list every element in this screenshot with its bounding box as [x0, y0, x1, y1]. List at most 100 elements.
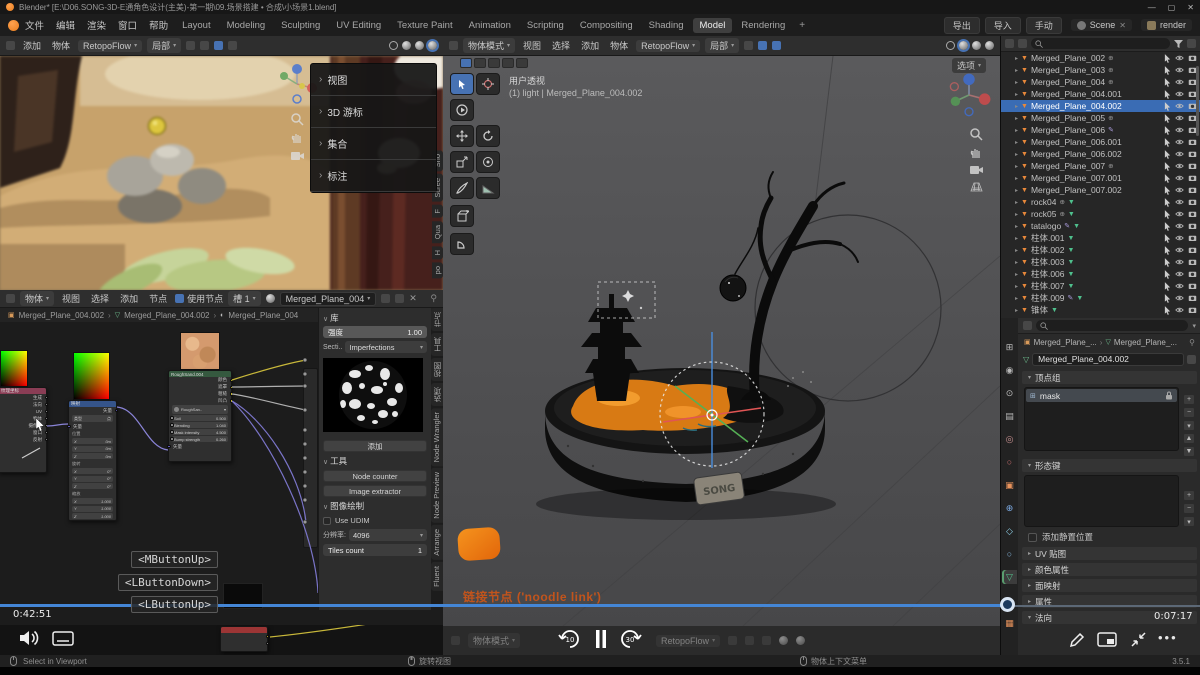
transform-orientation-dropdown[interactable]: 局部 — [147, 38, 181, 53]
visibility-eye-icon[interactable] — [1175, 270, 1184, 278]
circle-select-icon[interactable] — [488, 58, 500, 68]
panel-title[interactable]: 库 — [323, 312, 427, 324]
selectable-icon[interactable] — [1164, 66, 1171, 75]
expand-icon[interactable]: ▸ — [1015, 151, 1018, 158]
render-camera-icon[interactable] — [1188, 54, 1197, 62]
expand-icon[interactable]: ▸ — [1015, 187, 1018, 194]
context-menu-item[interactable]: 3D 游标 — [311, 96, 436, 128]
selectable-icon[interactable] — [1164, 294, 1171, 303]
collapsed-section[interactable]: 颜色属性 — [1022, 563, 1197, 576]
proportional-edit-icon[interactable] — [200, 41, 209, 50]
blender-icon[interactable] — [8, 20, 19, 31]
mode-dropdown[interactable]: 物体模式 — [463, 38, 515, 53]
texture-coordinate-node[interactable]: 纹理坐标 生成法向UV物体摄像机窗口反射 — [0, 387, 47, 473]
render-camera-icon[interactable] — [1188, 222, 1197, 230]
node-menu-item[interactable]: 视图 — [59, 292, 83, 305]
selectable-icon[interactable] — [1164, 162, 1171, 171]
roughsand-group-node[interactable]: RoughSand.004 颜色遮罩粗糙凹凸 RoughSan..▾ Soil0… — [168, 370, 232, 462]
add-workspace-button[interactable]: + — [793, 20, 811, 31]
workspace-tab[interactable]: Texture Paint — [390, 18, 459, 33]
tools-section[interactable]: 工具 — [323, 455, 427, 467]
selectable-icon[interactable] — [1164, 198, 1171, 207]
render-camera-icon[interactable] — [1188, 138, 1197, 146]
visibility-eye-icon[interactable] — [1175, 114, 1184, 122]
workspace-tab[interactable]: Scripting — [520, 18, 571, 33]
workspace-tab[interactable]: Rendering — [734, 18, 792, 33]
perspective-toggle-icon[interactable] — [969, 181, 984, 193]
expand-icon[interactable]: ▸ — [1015, 103, 1018, 110]
outliner-scrollbar[interactable] — [1196, 66, 1199, 136]
expand-icon[interactable]: ▸ — [1015, 307, 1018, 314]
add-item-button[interactable]: + — [1183, 394, 1195, 405]
scene-collection-icon[interactable] — [1018, 39, 1027, 48]
visibility-eye-icon[interactable] — [1175, 246, 1184, 254]
mapping-node[interactable]: 映射 矢量 类型点 矢量 位置 X0m Y0m Z0m 旋 — [68, 400, 117, 521]
selectable-icon[interactable] — [1164, 282, 1171, 291]
extra-tool[interactable] — [450, 233, 474, 255]
menubar-item[interactable]: 帮助 — [143, 18, 174, 32]
use-nodes-checkbox[interactable]: 使用节点 — [175, 292, 223, 305]
proportional-edit-icon[interactable] — [758, 41, 767, 50]
vertex-groups-section[interactable]: 顶点组 — [1022, 371, 1197, 384]
selectable-icon[interactable] — [1164, 90, 1171, 99]
selectable-icon[interactable] — [1164, 234, 1171, 243]
expand-icon[interactable]: ▸ — [1015, 283, 1018, 290]
visibility-eye-icon[interactable] — [1175, 186, 1184, 194]
outliner-row[interactable]: ▸ ▼ rock05 ⊕ ✎ ▼ — [1001, 208, 1200, 220]
shape-keys-section[interactable]: 形态键 — [1022, 459, 1197, 472]
render-camera-icon[interactable] — [1188, 162, 1197, 170]
add-button[interactable]: 添加 — [323, 440, 427, 452]
video-scrubber-handle[interactable] — [1000, 597, 1015, 612]
render-camera-icon[interactable] — [1188, 150, 1197, 158]
header-menu-item[interactable]: 添加 — [20, 39, 44, 52]
node-menu-item[interactable]: 添加 — [117, 292, 141, 305]
shader-node-editor[interactable]: 物体 视图选择添加节点 使用节点 槽 1 Merged_Plane_004 ✕ … — [0, 290, 443, 625]
visibility-eye-icon[interactable] — [1175, 174, 1184, 182]
render-camera-icon[interactable] — [1188, 306, 1197, 314]
render-camera-icon[interactable] — [1188, 258, 1197, 266]
specials-menu-button[interactable]: ▾ — [1183, 516, 1195, 527]
pan-hand-icon[interactable] — [969, 145, 984, 160]
zoom-icon[interactable] — [290, 112, 305, 127]
expand-icon[interactable]: ▸ — [1015, 271, 1018, 278]
selectable-icon[interactable] — [1164, 126, 1171, 135]
editor-type-icon[interactable] — [6, 294, 15, 303]
selectable-icon[interactable] — [1164, 246, 1171, 255]
properties-tab-icon[interactable]: ⊕ — [1002, 501, 1017, 515]
outliner-row[interactable]: ▸ ▼ Merged_Plane_007.002 ⊕ ✎ ▼ — [1001, 184, 1200, 196]
pip-icon[interactable] — [1097, 632, 1117, 647]
main-3d-viewport[interactable]: SONG — [443, 56, 1000, 626]
unlink-icon[interactable]: ✕ — [1119, 21, 1126, 30]
render-camera-icon[interactable] — [1188, 282, 1197, 290]
outliner-row[interactable]: ▸ ▼ Merged_Plane_006.001 ⊕ ✎ ▼ — [1001, 136, 1200, 148]
expand-icon[interactable]: ▸ — [1015, 115, 1018, 122]
viewport-menu-item[interactable]: 选择 — [549, 39, 573, 52]
retopoflow-menu[interactable]: RetopoFlow — [636, 40, 700, 52]
tweak-select-icon[interactable] — [460, 58, 472, 68]
sidebar-tab[interactable]: Qua — [432, 221, 443, 243]
shader-type-dropdown[interactable]: 物体 — [20, 291, 54, 306]
visibility-eye-icon[interactable] — [1175, 210, 1184, 218]
maximize-button[interactable]: ▢ — [1168, 3, 1176, 12]
viewport-menu-item[interactable]: 物体 — [607, 39, 631, 52]
add-cube-tool[interactable] — [450, 205, 474, 227]
properties-tab-icon[interactable]: ▣ — [1002, 478, 1017, 492]
workspace-tab[interactable]: Model — [693, 18, 733, 33]
retopoflow-menu[interactable]: RetopoFlow — [78, 40, 142, 52]
visibility-eye-icon[interactable] — [1175, 234, 1184, 242]
menubar-item[interactable]: 渲染 — [81, 18, 112, 32]
render-camera-icon[interactable] — [1188, 234, 1197, 242]
close-button[interactable]: ✕ — [1187, 3, 1194, 12]
selectable-icon[interactable] — [1164, 138, 1171, 147]
outliner-row[interactable]: ▸ ▼ 柱体.006 ⊕ ✎ ▼ — [1001, 268, 1200, 280]
outliner-row[interactable]: ▸ ▼ 柱体.002 ⊕ ✎ ▼ — [1001, 244, 1200, 256]
remove-item-button[interactable]: − — [1183, 407, 1195, 418]
editor-type-icon[interactable] — [6, 41, 15, 50]
render-camera-icon[interactable] — [1188, 246, 1197, 254]
outliner-row[interactable]: ▸ ▼ rock04 ⊕ ✎ ▼ — [1001, 196, 1200, 208]
expand-icon[interactable]: ▸ — [1015, 259, 1018, 266]
expand-icon[interactable]: ▸ — [1015, 139, 1018, 146]
options-dropdown[interactable]: 选项 — [952, 58, 986, 73]
selectable-icon[interactable] — [1164, 78, 1171, 87]
visibility-eye-icon[interactable] — [1175, 138, 1184, 146]
